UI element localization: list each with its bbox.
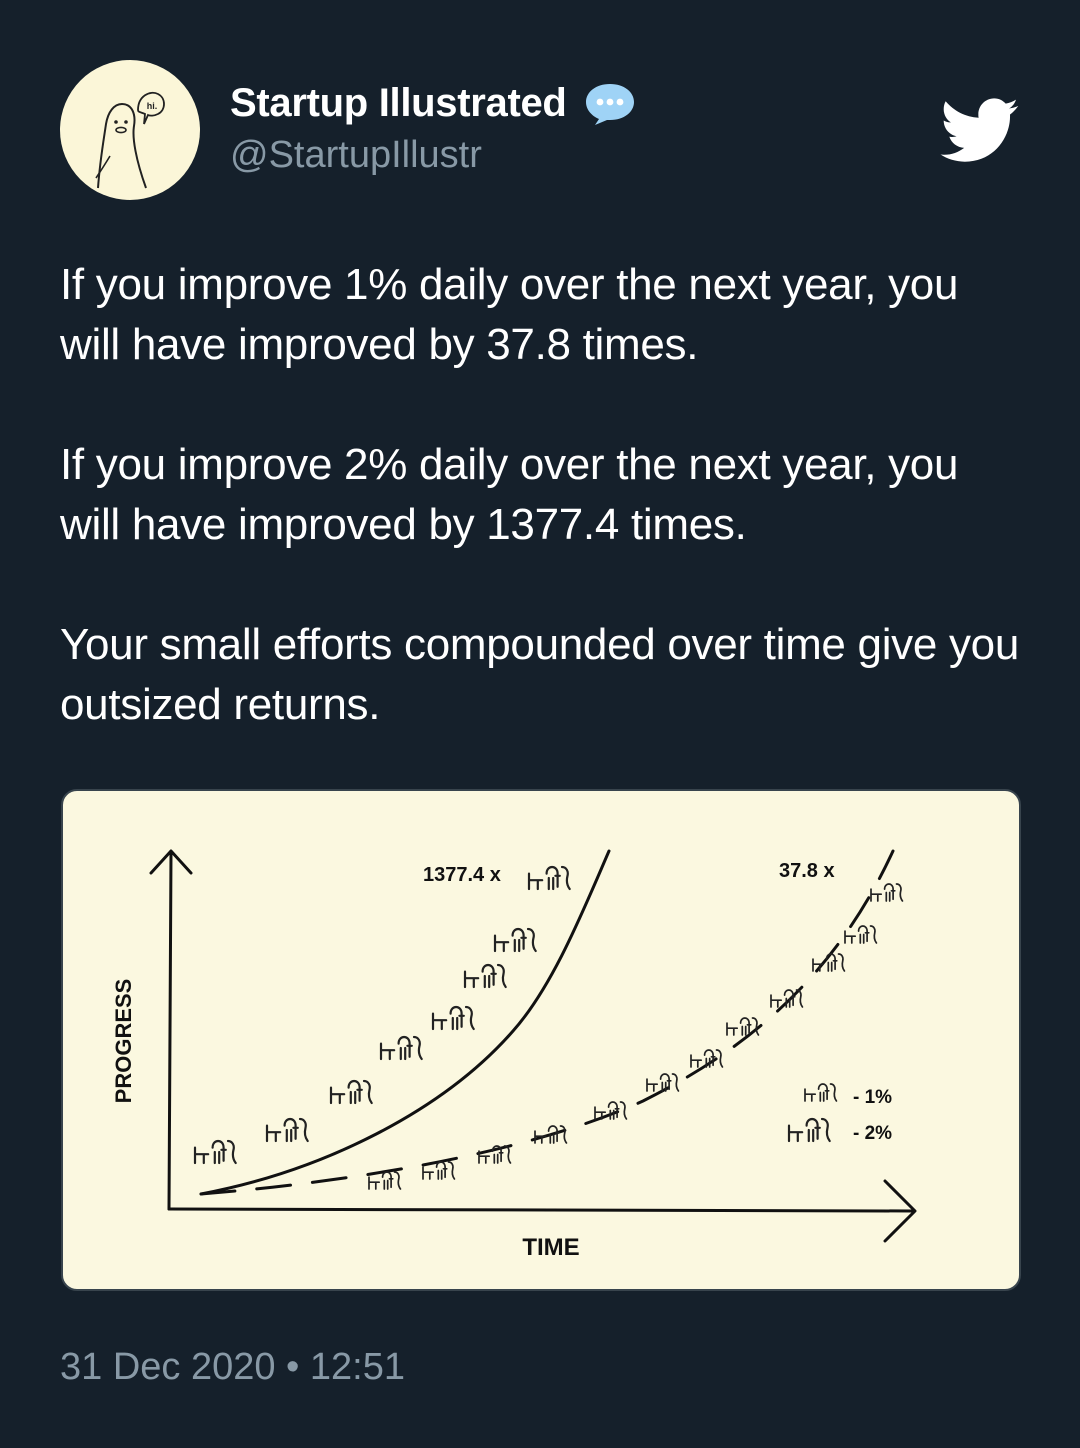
y-axis-label: PROGRESS	[111, 979, 136, 1104]
series-end-label-2pct: 1377.4 x	[423, 864, 501, 886]
figure-1pct	[594, 1101, 628, 1120]
chart-legend: - 1% - 2%	[853, 1087, 892, 1144]
figure-2pct	[463, 963, 507, 989]
figure-1pct	[870, 883, 904, 902]
x-axis-label: TIME	[522, 1234, 579, 1261]
legend-figure-1pct	[804, 1083, 838, 1102]
speech-bubble-icon	[583, 80, 637, 126]
figure-2pct	[193, 1139, 237, 1165]
twitter-bird-icon[interactable]	[940, 98, 1020, 164]
figure-2pct	[493, 927, 537, 953]
legend-label-1pct: - 1%	[853, 1087, 892, 1108]
handle[interactable]: @StartupIllustr	[230, 134, 637, 177]
author-names: Startup Illustrated @StartupIllustr	[230, 80, 637, 177]
figure-2pct	[329, 1079, 373, 1105]
series-end-label-1pct: 37.8 x	[779, 860, 835, 882]
figure-2pct	[379, 1035, 423, 1061]
avatar[interactable]: hi.	[60, 60, 200, 200]
avatar-illustration: hi.	[95, 91, 165, 189]
tweet-paragraph: If you improve 2% daily over the next ye…	[60, 440, 959, 549]
y-axis	[167, 851, 173, 1211]
tweet-text: If you improve 1% daily over the next ye…	[60, 255, 1020, 795]
display-name[interactable]: Startup Illustrated	[230, 81, 567, 126]
series-line-1pct	[199, 849, 895, 1196]
tweet-timestamp[interactable]: 31 Dec 2020 • 12:51	[60, 1346, 405, 1389]
figure-1pct	[844, 925, 878, 944]
figure-1pct	[534, 1125, 568, 1144]
figure-1pct	[690, 1049, 724, 1068]
figure-2pct	[431, 1005, 475, 1031]
figure-2pct	[265, 1117, 309, 1143]
tweet-paragraph: If you improve 1% daily over the next ye…	[60, 260, 959, 369]
figure-markers	[193, 865, 904, 1190]
figure-2pct	[527, 865, 571, 891]
x-axis	[167, 1207, 915, 1213]
legend-figure-2pct	[787, 1117, 831, 1143]
tweet-paragraph: Your small efforts compounded over time …	[60, 620, 1020, 729]
tweet-header: hi. Startup Illustrated @StartupIllustr	[60, 60, 1020, 200]
figure-1pct	[646, 1073, 680, 1092]
series-line-2pct	[199, 849, 611, 1196]
legend-label-2pct: - 2%	[853, 1123, 892, 1144]
growth-chart: PROGRESS TIME 1377.4 x 37.8 x - 1% - 2%	[111, 849, 917, 1261]
tweet-media-chart[interactable]: PROGRESS TIME 1377.4 x 37.8 x - 1% - 2%	[61, 789, 1021, 1291]
avatar-speech-text: hi.	[147, 101, 158, 111]
